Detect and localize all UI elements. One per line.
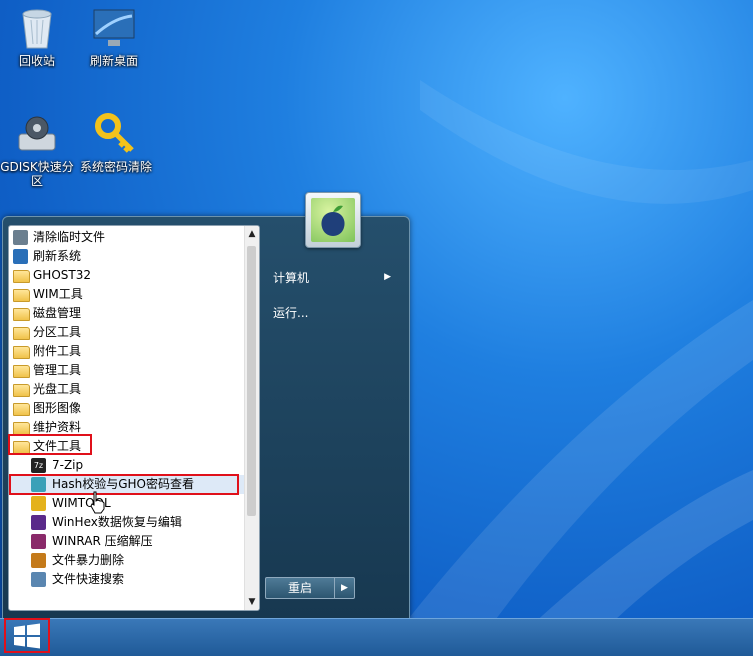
program-item[interactable]: WIMTOOL	[9, 494, 245, 513]
monitor-icon	[90, 4, 138, 52]
7zip-icon: 7z	[31, 458, 46, 473]
program-item[interactable]: 清除临时文件	[9, 228, 245, 247]
program-item-label: 文件工具	[33, 439, 82, 453]
desktop-icon-gdisk[interactable]: GDISK快速分区	[0, 110, 77, 188]
program-item-label: WINRAR 压缩解压	[52, 534, 153, 548]
folder-icon	[13, 441, 30, 454]
force-delete-icon	[31, 553, 46, 568]
program-item[interactable]: 管理工具	[9, 361, 245, 380]
programs-pane: 清除临时文件 刷新系统 GHOST32 WIM工具磁盘管理分区工具附件工具管理工具光盘…	[8, 225, 260, 611]
folder-icon	[13, 422, 30, 435]
program-item[interactable]: 文件暴力删除	[9, 551, 245, 570]
program-item-label: 文件暴力删除	[52, 553, 125, 567]
program-item-label: 刷新系统	[33, 249, 82, 263]
program-item-label: 7-Zip	[52, 458, 84, 472]
wimtool-icon	[31, 496, 46, 511]
hash-icon	[31, 477, 46, 492]
program-item[interactable]: 光盘工具	[9, 380, 245, 399]
program-item-label: WIM工具	[33, 287, 83, 301]
program-item[interactable]: WINRAR 压缩解压	[9, 532, 245, 551]
chevron-right-icon: ▶	[384, 272, 391, 282]
desktop-icon-label: GDISK快速分区	[0, 160, 74, 188]
broom-icon	[13, 230, 28, 245]
program-item[interactable]: WinHex数据恢复与编辑	[9, 513, 245, 532]
program-item[interactable]: 刷新系统	[9, 247, 245, 266]
hand-cursor-icon	[90, 491, 105, 514]
program-item-label: 文件快速搜索	[52, 572, 125, 586]
program-item[interactable]: 维护资料	[9, 418, 245, 437]
program-item-label: Hash校验与GHO密码查看	[52, 477, 195, 491]
program-item-label: 维护资料	[33, 420, 82, 434]
program-item-label: 分区工具	[33, 325, 82, 339]
program-item-label: 附件工具	[33, 344, 82, 358]
winhex-icon	[31, 515, 46, 530]
programs-list: 清除临时文件 刷新系统 GHOST32 WIM工具磁盘管理分区工具附件工具管理工具光盘…	[9, 226, 245, 589]
program-item[interactable]: 分区工具	[9, 323, 245, 342]
folder-icon	[13, 270, 30, 283]
recycle-bin-icon	[13, 4, 61, 52]
program-item[interactable]: 文件快速搜索	[9, 570, 245, 589]
taskbar	[0, 618, 753, 656]
gear-disk-icon	[13, 110, 61, 158]
user-picture	[311, 198, 355, 242]
restart-label: 重启	[287, 581, 312, 595]
program-item-label: 磁盘管理	[33, 306, 82, 320]
key-icon	[92, 110, 140, 158]
run-label: 运行...	[273, 306, 309, 320]
program-item-label: WinHex数据恢复与编辑	[52, 515, 182, 529]
computer-label: 计算机	[273, 271, 310, 285]
user-avatar[interactable]	[305, 192, 361, 248]
program-item[interactable]: GHOST32	[9, 266, 245, 285]
start-button[interactable]	[4, 618, 50, 653]
program-item[interactable]: 7z 7-Zip	[9, 456, 245, 475]
folder-icon	[13, 308, 30, 321]
run-item[interactable]: 运行...	[273, 304, 308, 321]
program-item-label: 光盘工具	[33, 382, 82, 396]
computer-item[interactable]: 计算机	[273, 269, 399, 286]
program-item-label: 图形图像	[33, 401, 82, 415]
program-item[interactable]: 附件工具	[9, 342, 245, 361]
desktop-icon-refresh-desktop[interactable]: 刷新桌面	[74, 4, 154, 68]
folder-icon	[13, 327, 30, 340]
programs-scrollbar[interactable]: ▲ ▼	[244, 226, 259, 610]
shutdown-options-arrow-icon[interactable]: ▶	[334, 578, 354, 598]
start-menu: 清除临时文件 刷新系统 GHOST32 WIM工具磁盘管理分区工具附件工具管理工具光盘…	[2, 216, 410, 622]
restart-button[interactable]: 重启 ▶	[265, 577, 355, 599]
desktop-icon-label: 回收站	[18, 54, 55, 68]
desktop-icon-label: 刷新桌面	[89, 54, 138, 68]
scroll-down-icon[interactable]: ▼	[245, 594, 259, 610]
folder-icon	[13, 403, 30, 416]
program-item[interactable]: Hash校验与GHO密码查看	[9, 475, 245, 494]
program-item[interactable]: 图形图像	[9, 399, 245, 418]
scroll-up-icon[interactable]: ▲	[245, 226, 259, 242]
right-pane: 计算机 ▶ 运行...	[265, 217, 405, 621]
file-search-icon	[31, 572, 46, 587]
winrar-icon	[31, 534, 46, 549]
folder-icon	[13, 346, 30, 359]
monitor-small-icon	[13, 249, 28, 264]
program-item[interactable]: 磁盘管理	[9, 304, 245, 323]
desktop-icon-recycle-bin[interactable]: 回收站	[0, 4, 77, 68]
folder-icon	[13, 289, 30, 302]
desktop-icon-password-clear[interactable]: 系统密码清除	[76, 110, 156, 174]
program-item-label: GHOST32	[33, 268, 91, 282]
folder-icon	[13, 365, 30, 378]
scroll-thumb[interactable]	[247, 246, 256, 516]
program-item-label: 管理工具	[33, 363, 82, 377]
program-item-label: 清除临时文件	[33, 230, 106, 244]
program-item[interactable]: 文件工具	[9, 437, 245, 456]
desktop-icon-label: 系统密码清除	[79, 160, 152, 174]
folder-icon	[13, 384, 30, 397]
windows-logo-icon	[4, 618, 50, 653]
program-item[interactable]: WIM工具	[9, 285, 245, 304]
